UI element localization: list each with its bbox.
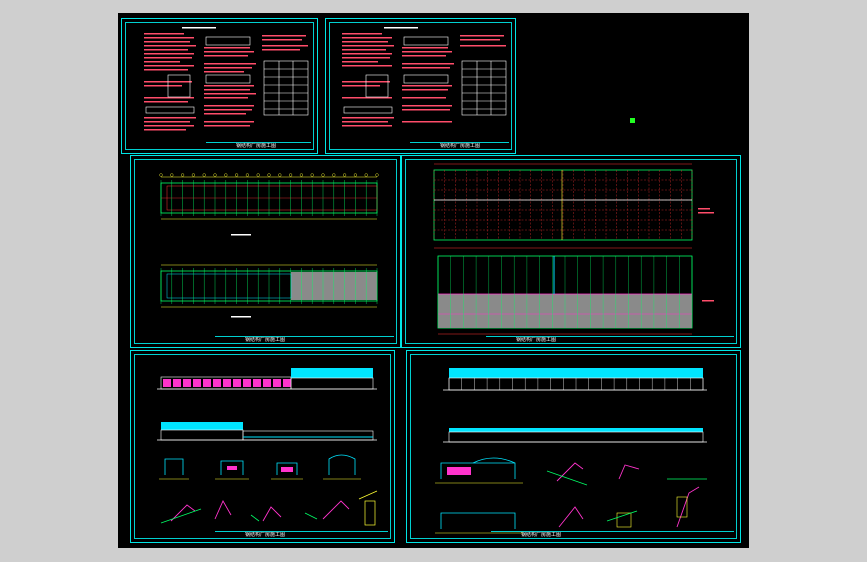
sheet-floor-plans[interactable]: 钢结构厂房施工图: [130, 155, 401, 348]
notes-content-2: [342, 27, 507, 127]
notes-content-1: [144, 27, 309, 131]
sheet-elevations-details-2[interactable]: 钢结构厂房施工图: [406, 350, 741, 543]
elevation-drawings-2: [435, 368, 707, 534]
sheet-design-notes-1[interactable]: 钢结构厂房施工图: [121, 18, 318, 154]
sheet-elevations-details-1[interactable]: 钢结构厂房施工图: [130, 350, 395, 543]
floor-plan-drawings: [159, 173, 379, 318]
elevation-drawings-1: [157, 368, 378, 526]
sheet-roof-framing-plans[interactable]: 钢结构厂房施工图: [401, 155, 741, 348]
grip-handle-icon[interactable]: [630, 118, 635, 123]
roof-plan-drawings: [433, 163, 714, 335]
cad-model-space[interactable]: 钢结构厂房施工图 钢结构厂房施工图 钢结构厂房施工图 钢结构厂房施工图 钢结构厂…: [118, 13, 749, 548]
sheet-design-notes-2[interactable]: 钢结构厂房施工图: [325, 18, 516, 154]
